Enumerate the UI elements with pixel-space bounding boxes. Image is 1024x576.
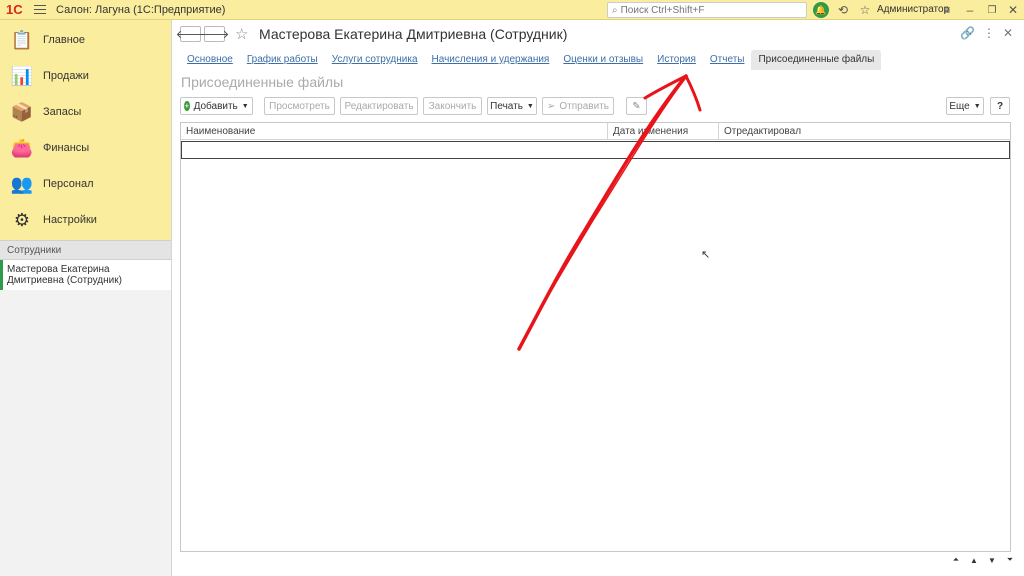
- scroll-top-icon[interactable]: ⏶: [948, 554, 964, 566]
- tab-history[interactable]: История: [650, 50, 703, 70]
- open-window-item[interactable]: Мастерова Екатерина Дмитриевна (Сотрудни…: [0, 260, 171, 290]
- section-stock[interactable]: 📦 Запасы: [0, 94, 171, 130]
- print-label: Печать: [490, 100, 523, 112]
- main-form: 🡐 🡒 ☆ Мастерова Екатерина Дмитриевна (Со…: [173, 20, 1024, 576]
- history-icon[interactable]: ⟲: [835, 2, 851, 18]
- add-label: Добавить: [193, 100, 238, 112]
- tab-reports[interactable]: Отчеты: [703, 50, 752, 70]
- close-icon[interactable]: ✕: [1005, 2, 1021, 18]
- section-staff[interactable]: 👥 Персонал: [0, 166, 171, 202]
- gear-icon: ⚙: [13, 209, 31, 230]
- section-label: Настройки: [43, 214, 97, 226]
- chart-bars-icon: 📊: [10, 65, 34, 86]
- link-icon[interactable]: 🔗: [960, 26, 975, 40]
- section-label: Финансы: [43, 142, 90, 154]
- form-tabs: Основное График работы Услуги сотрудника…: [180, 50, 882, 70]
- clipboard-icon: 📋: [10, 29, 34, 50]
- section-settings[interactable]: ⚙ Настройки: [0, 202, 171, 238]
- send-icon: ➢: [547, 100, 556, 112]
- print-button[interactable]: Печать ▼: [487, 97, 537, 115]
- sidebar: 📋 Главное 📊 Продажи 📦 Запасы 👛 Финансы 👥…: [0, 20, 172, 576]
- wallet-icon: 👛: [10, 137, 34, 158]
- app-title: Салон: Лагуна (1С:Предприятие): [56, 3, 226, 16]
- favorite-star-icon[interactable]: ☆: [235, 25, 248, 43]
- menu-icon[interactable]: [34, 5, 46, 14]
- open-windows-header: Сотрудники: [0, 240, 171, 260]
- notifications-bell-icon[interactable]: 🔔: [813, 2, 829, 18]
- pencil-note-icon: ✎: [632, 100, 641, 112]
- column-header-name[interactable]: Наименование: [181, 123, 608, 139]
- search-field[interactable]: ⌕: [607, 2, 807, 18]
- section-finance[interactable]: 👛 Финансы: [0, 130, 171, 166]
- scroll-bottom-icon[interactable]: ⏷: [1002, 554, 1018, 566]
- tab-attached-files[interactable]: Присоединенные файлы: [751, 50, 882, 70]
- chevron-down-icon: ▼: [241, 102, 249, 110]
- back-button[interactable]: 🡐: [176, 26, 205, 42]
- table-header: Наименование Дата изменения Отредактиров…: [181, 123, 1010, 140]
- chevron-down-icon: ▼: [526, 102, 534, 110]
- minimize-icon[interactable]: –: [962, 2, 978, 18]
- more-label: Еще: [949, 100, 970, 112]
- settings-menu-icon[interactable]: ≡: [939, 2, 955, 18]
- section-label: Запасы: [43, 106, 82, 118]
- search-input[interactable]: [620, 4, 806, 16]
- files-table[interactable]: Наименование Дата изменения Отредактиров…: [180, 122, 1011, 552]
- scroll-up-icon[interactable]: ▲: [966, 554, 982, 566]
- send-button[interactable]: ➢ Отправить: [542, 97, 614, 115]
- section-label: Персонал: [43, 178, 94, 190]
- tab-schedule[interactable]: График работы: [240, 50, 325, 70]
- edit-note-button[interactable]: ✎: [626, 97, 647, 115]
- app-logo: 1С: [6, 2, 23, 17]
- column-header-date[interactable]: Дата изменения: [608, 123, 719, 139]
- toolbar: + Добавить ▼ Просмотреть Редактировать З…: [180, 97, 1012, 115]
- more-actions-icon[interactable]: ⋮: [983, 26, 995, 40]
- view-button[interactable]: Просмотреть: [264, 97, 335, 115]
- sections-panel: 📋 Главное 📊 Продажи 📦 Запасы 👛 Финансы 👥…: [0, 20, 171, 240]
- table-row-selected[interactable]: [181, 141, 1010, 159]
- send-label: Отправить: [559, 100, 609, 112]
- tab-main[interactable]: Основное: [180, 50, 240, 70]
- add-button[interactable]: + Добавить ▼: [180, 97, 253, 115]
- section-main[interactable]: 📋 Главное: [0, 22, 171, 58]
- page-title: Присоединенные файлы: [181, 74, 344, 90]
- edit-button[interactable]: Редактировать: [340, 97, 418, 115]
- help-button[interactable]: ?: [990, 97, 1010, 115]
- chevron-down-icon: ▼: [973, 102, 981, 110]
- section-label: Главное: [43, 34, 86, 46]
- favorites-star-icon[interactable]: ☆: [857, 2, 873, 18]
- title-bar: 1С Салон: Лагуна (1С:Предприятие) ⌕ 🔔 ⟲ …: [0, 0, 1024, 20]
- form-title: Мастерова Екатерина Дмитриевна (Сотрудни…: [259, 26, 568, 42]
- boxes-icon: 📦: [10, 101, 34, 122]
- close-form-icon[interactable]: ✕: [1003, 26, 1013, 40]
- tab-payroll[interactable]: Начисления и удержания: [425, 50, 557, 70]
- tab-services[interactable]: Услуги сотрудника: [325, 50, 425, 70]
- finish-button[interactable]: Закончить: [423, 97, 482, 115]
- forward-button[interactable]: 🡒: [200, 26, 229, 42]
- column-header-editor[interactable]: Отредактировал: [719, 123, 1010, 139]
- mouse-cursor-icon: ↖: [701, 249, 711, 261]
- scroll-down-icon[interactable]: ▼: [984, 554, 1000, 566]
- section-sales[interactable]: 📊 Продажи: [0, 58, 171, 94]
- plus-icon: +: [184, 101, 190, 111]
- tab-reviews[interactable]: Оценки и отзывы: [556, 50, 650, 70]
- restore-icon[interactable]: ❐: [984, 2, 1000, 18]
- section-label: Продажи: [43, 70, 89, 82]
- people-icon: 👥: [10, 173, 34, 194]
- more-button[interactable]: Еще ▼: [946, 97, 984, 115]
- scroll-buttons: ⏶ ▲ ▼ ⏷: [948, 554, 1018, 566]
- search-icon: ⌕: [612, 4, 618, 16]
